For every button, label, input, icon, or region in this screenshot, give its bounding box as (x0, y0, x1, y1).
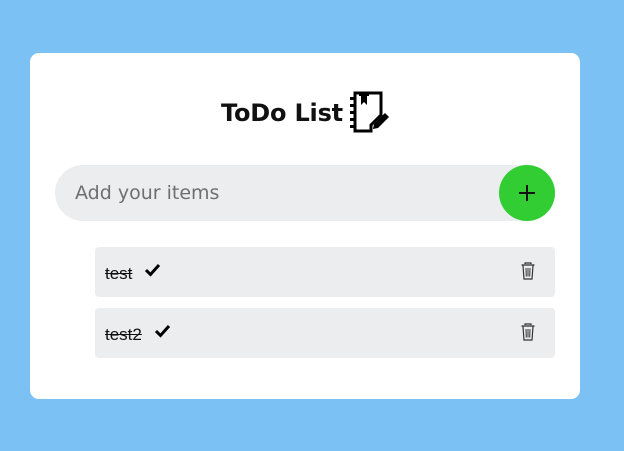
checkmark-icon (145, 263, 160, 277)
header: ToDo List (30, 91, 580, 135)
plus-icon (519, 185, 535, 201)
add-item-row (55, 165, 555, 221)
list-item[interactable]: test (95, 247, 555, 297)
checkmark-icon (155, 324, 170, 338)
trash-icon (521, 262, 535, 280)
add-item-button[interactable] (499, 165, 555, 221)
delete-button[interactable] (520, 262, 536, 280)
add-item-input[interactable] (55, 165, 555, 221)
page-title: ToDo List (221, 99, 343, 127)
todo-list: test test2 (95, 247, 555, 369)
trash-icon (521, 323, 535, 341)
todo-card: ToDo List test (30, 53, 580, 399)
item-text: test2 (105, 325, 142, 344)
notebook-edit-icon (349, 91, 389, 133)
item-text: test (105, 264, 133, 283)
delete-button[interactable] (520, 323, 536, 341)
list-item[interactable]: test2 (95, 308, 555, 358)
